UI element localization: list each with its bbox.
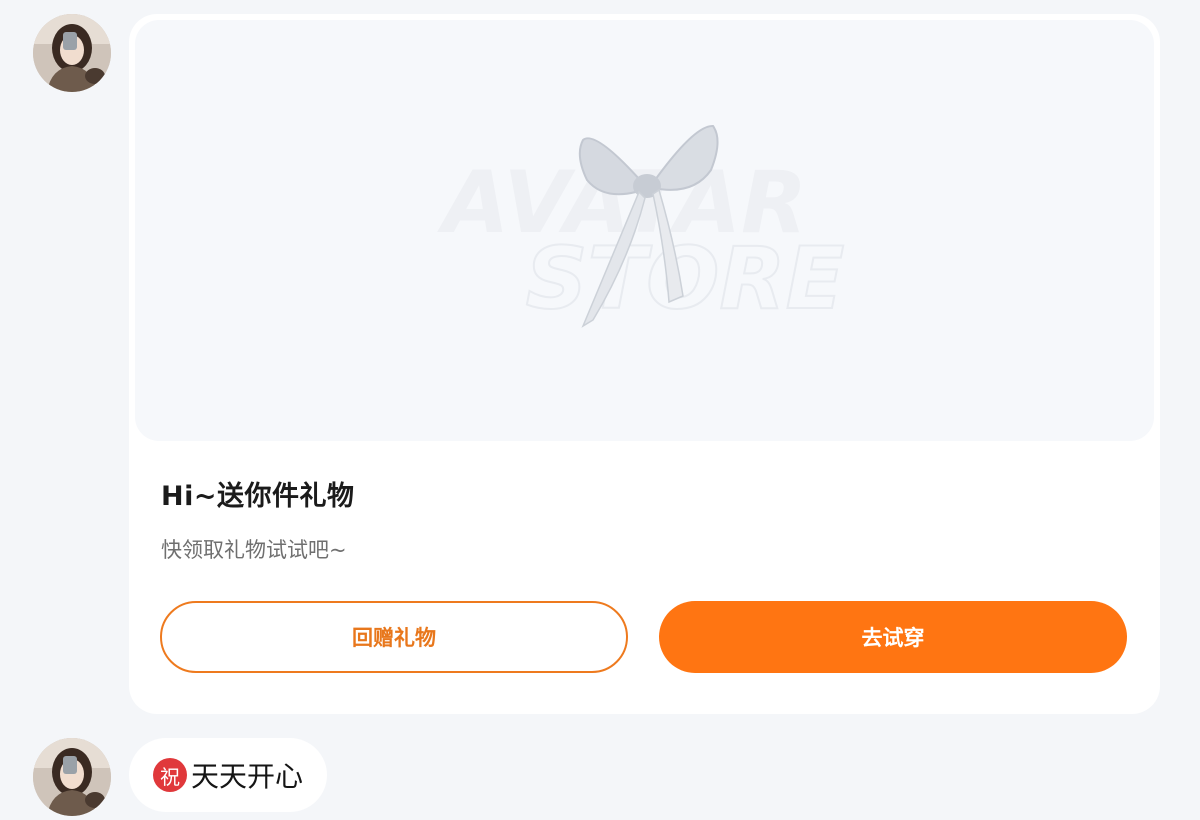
wish-badge-icon: 祝: [153, 758, 187, 792]
sender-avatar[interactable]: [33, 738, 111, 816]
message-bubble[interactable]: 祝 天天开心: [129, 738, 328, 812]
sender-avatar[interactable]: [33, 14, 111, 92]
try-on-button[interactable]: 去试穿: [659, 601, 1127, 673]
gift-preview-image[interactable]: AVATAR STORE: [135, 20, 1154, 441]
message-text: 天天开心: [191, 760, 304, 793]
gift-card-title: Hi~送你件礼物: [161, 481, 355, 512]
return-gift-button[interactable]: 回赠礼物: [160, 601, 628, 673]
gift-card-subtitle: 快领取礼物试试吧~: [161, 538, 347, 562]
gift-card: AVATAR STORE Hi~送你件礼物 快领取礼物试试吧~ 回赠礼物 去试穿: [129, 14, 1160, 714]
watermark-store: STORE: [526, 229, 845, 329]
